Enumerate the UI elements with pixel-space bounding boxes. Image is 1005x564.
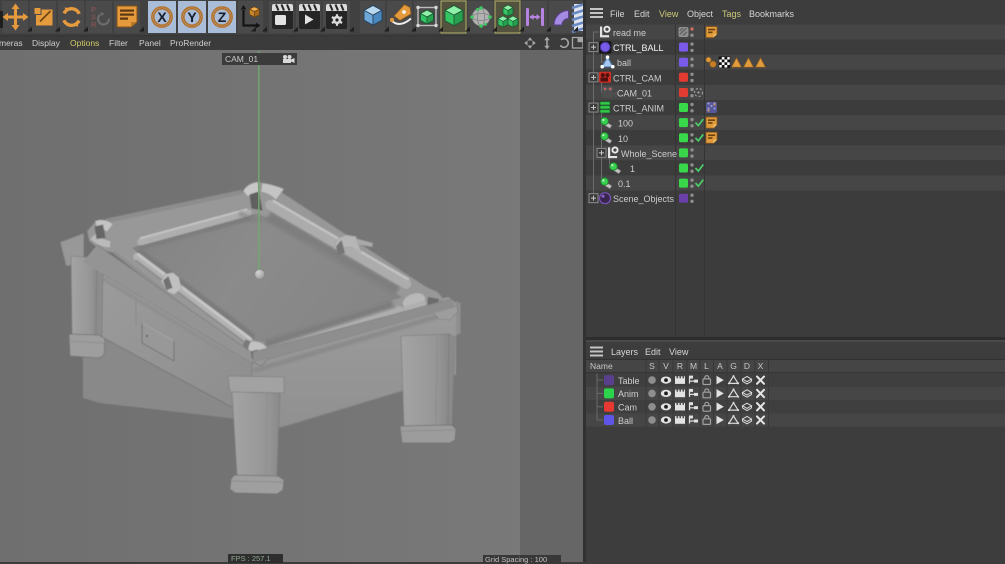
svg-text:CTRL_BALL: CTRL_BALL (613, 43, 664, 53)
svg-text:Whole_Scene: Whole_Scene (621, 149, 677, 159)
svg-text:Name: Name (590, 361, 613, 371)
svg-text:R: R (677, 361, 683, 371)
svg-text:G: G (730, 361, 737, 371)
svg-text:CAM_01: CAM_01 (617, 89, 652, 99)
svg-text:X: X (157, 9, 167, 25)
svg-text:read me: read me (613, 28, 646, 38)
svg-text:Z: Z (218, 9, 227, 25)
svg-text:ball: ball (617, 58, 631, 68)
svg-text:10: 10 (618, 134, 628, 144)
svg-text:M: M (690, 361, 697, 371)
svg-text:X: X (758, 361, 764, 371)
svg-text:S: S (649, 361, 655, 371)
svg-text:Bookmarks: Bookmarks (749, 9, 795, 19)
svg-text:Layers: Layers (611, 347, 639, 357)
svg-text:Ball: Ball (618, 416, 633, 426)
svg-text:Y: Y (187, 9, 197, 25)
svg-text:D: D (744, 361, 750, 371)
svg-text:Object: Object (687, 9, 714, 19)
svg-text:CTRL_ANIM: CTRL_ANIM (613, 104, 664, 114)
svg-text:100: 100 (618, 119, 633, 129)
svg-text:L: L (704, 361, 709, 371)
svg-text:V: V (663, 361, 669, 371)
svg-text:View: View (669, 347, 689, 357)
svg-text:Tags: Tags (722, 9, 742, 19)
svg-text:View: View (659, 9, 679, 19)
svg-text:Scene_Objects: Scene_Objects (613, 194, 675, 204)
svg-text:File: File (610, 9, 625, 19)
svg-text:1: 1 (630, 164, 635, 174)
svg-text:Edit: Edit (634, 9, 650, 19)
svg-text:A: A (717, 361, 723, 371)
svg-text:CTRL_CAM: CTRL_CAM (613, 73, 662, 83)
svg-text:Table: Table (618, 376, 640, 386)
svg-text:0.1: 0.1 (618, 179, 631, 189)
svg-text:Edit: Edit (645, 347, 661, 357)
svg-text:Cam: Cam (618, 403, 637, 413)
svg-text:R: R (91, 20, 97, 29)
svg-text:Anim: Anim (618, 389, 639, 399)
